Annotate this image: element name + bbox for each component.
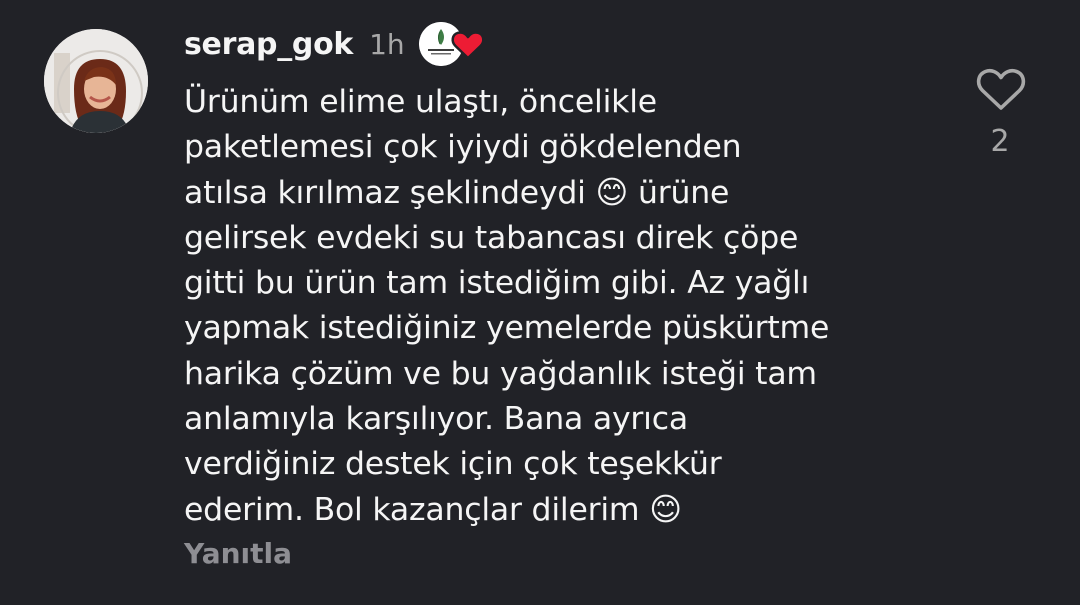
like-button[interactable]: [975, 66, 1027, 112]
comment-text: Ürünüm elime ulaştı, öncelikle paketleme…: [184, 84, 830, 528]
avatar[interactable]: [44, 29, 148, 133]
reply-button[interactable]: Yanıtla: [184, 537, 292, 570]
heart-filled-icon: [450, 29, 486, 61]
timestamp: 1h: [369, 27, 405, 61]
creator-liked-badge: [418, 22, 486, 66]
comment-header: serap_gok 1h: [184, 22, 485, 66]
like-count: 2: [990, 124, 1010, 159]
profile-photo-icon: [44, 29, 148, 133]
username[interactable]: serap_gok: [184, 27, 353, 62]
heart-outline-icon: [976, 68, 1026, 110]
